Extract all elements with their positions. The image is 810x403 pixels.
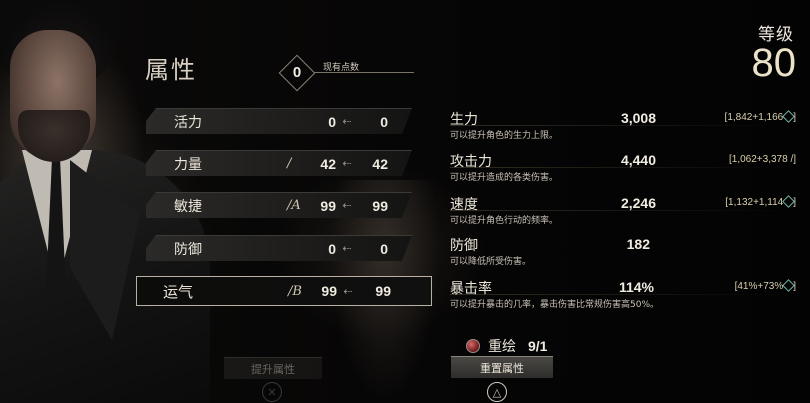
stat-value: 2,246 xyxy=(620,195,656,211)
attribute-name: 活力 xyxy=(174,114,202,131)
cross-button-icon[interactable]: ✕ xyxy=(262,382,282,402)
attribute-row-strength[interactable]: 力量 / 42 ⇠ 42 xyxy=(146,150,412,176)
attribute-new-value: 0 xyxy=(380,240,388,257)
level-value: 80 xyxy=(751,41,797,85)
attribute-current-value: 99 xyxy=(321,283,337,299)
attribute-row-agility[interactable]: 敏捷 /A 99 ⇠ 99 xyxy=(146,192,412,218)
attribute-new-value: 42 xyxy=(372,155,388,172)
stat-breakdown-end: /] xyxy=(790,154,796,165)
stat-name: 防御 xyxy=(450,238,478,254)
attribute-current-value: 99 xyxy=(320,197,336,214)
arrow-left-icon: ⇠ xyxy=(343,284,353,298)
stat-breakdown: [1,062+3,378 /] xyxy=(729,154,796,165)
stat-name: 生力 xyxy=(450,112,478,128)
attribute-current-value: 42 xyxy=(320,155,336,172)
page-title: 属性 xyxy=(145,56,197,84)
attribute-new-value: 99 xyxy=(375,283,391,299)
stat-name: 速度 xyxy=(450,197,478,213)
stat-description: 可以提升造成的各类伤害。 xyxy=(450,173,559,183)
available-points-value: 0 xyxy=(292,64,302,81)
attribute-name: 防御 xyxy=(174,241,202,258)
respec-orb-icon xyxy=(466,339,480,353)
stat-name: 攻击力 xyxy=(450,154,492,170)
attribute-new-value: 99 xyxy=(372,197,388,214)
attribute-row-vitality[interactable]: 活力 0 ⇠ 0 xyxy=(146,108,412,134)
attribute-row-defense[interactable]: 防御 0 ⇠ 0 xyxy=(146,235,412,261)
arrow-left-icon: ⇠ xyxy=(342,115,352,128)
stat-breakdown: [1,132+1,114] xyxy=(725,195,796,208)
stat-value: 4,440 xyxy=(620,152,656,168)
attribute-name: 力量 xyxy=(174,156,202,173)
stat-name: 暴击率 xyxy=(450,281,492,297)
stat-speed: 速度 可以提升角色行动的频率。 2,246 [1,132+1,114] xyxy=(450,194,800,234)
stat-attack: 攻击力 可以提升造成的各类伤害。 4,440 [1,062+3,378 /] xyxy=(450,151,800,191)
attribute-current-value: 0 xyxy=(328,240,336,257)
attribute-current-value: 0 xyxy=(328,113,336,130)
attribute-bonus-icon: /B xyxy=(288,283,302,299)
points-divider xyxy=(314,72,414,73)
stat-breakdown: [1,842+1,166] xyxy=(724,110,796,123)
stat-health: 生力 可以提升角色的生力上限。 3,008 [1,842+1,166] xyxy=(450,109,800,149)
triangle-button-icon[interactable]: △ xyxy=(487,382,507,402)
stat-breakdown-text: [1,132+1,114 xyxy=(725,197,784,208)
stat-breakdown-text: [41%+73% xyxy=(734,281,784,292)
stat-value: 114% xyxy=(618,279,654,295)
attribute-new-value: 0 xyxy=(380,113,388,130)
attribute-row-luck[interactable]: 运气 /B 99 ⇠ 99 xyxy=(136,276,432,306)
respec-counter: 重绘 9/1 xyxy=(466,336,547,356)
arrow-left-icon: ⇠ xyxy=(342,157,352,170)
stat-breakdown-text: [1,842+1,166 xyxy=(724,112,784,123)
attribute-bonus-icon: /A xyxy=(287,198,301,213)
stat-breakdown-text: [1,062+3,378 xyxy=(728,154,788,165)
stat-description: 可以提升暴击的几率，暴击伤害比常规伤害高50%。 xyxy=(450,300,660,310)
reset-attributes-button[interactable]: 重置属性 xyxy=(451,356,553,378)
arrow-left-icon: ⇠ xyxy=(342,199,352,212)
attribute-name: 运气 xyxy=(163,282,194,301)
respec-count: 9/1 xyxy=(528,338,548,354)
stat-defense: 防御 可以降低所受伤害。 182 xyxy=(450,235,800,275)
stat-breakdown: [41%+73%] xyxy=(734,279,796,292)
stat-description: 可以提升角色的生力上限。 xyxy=(450,131,559,141)
stat-description: 可以降低所受伤害。 xyxy=(450,257,532,267)
stat-description: 可以提升角色行动的频率。 xyxy=(450,216,559,226)
attribute-bonus-icon: / xyxy=(287,156,292,171)
upgrade-attributes-button[interactable]: 提升属性 xyxy=(224,357,322,379)
stat-value: 182 xyxy=(626,236,650,252)
respec-label: 重绘 xyxy=(488,339,516,355)
attribute-name: 敏捷 xyxy=(174,198,202,215)
arrow-left-icon: ⇠ xyxy=(342,242,352,255)
stat-value: 3,008 xyxy=(620,110,656,126)
stat-crit-rate: 暴击率 可以提升暴击的几率，暴击伤害比常规伤害高50%。 114% [41%+7… xyxy=(450,278,800,318)
